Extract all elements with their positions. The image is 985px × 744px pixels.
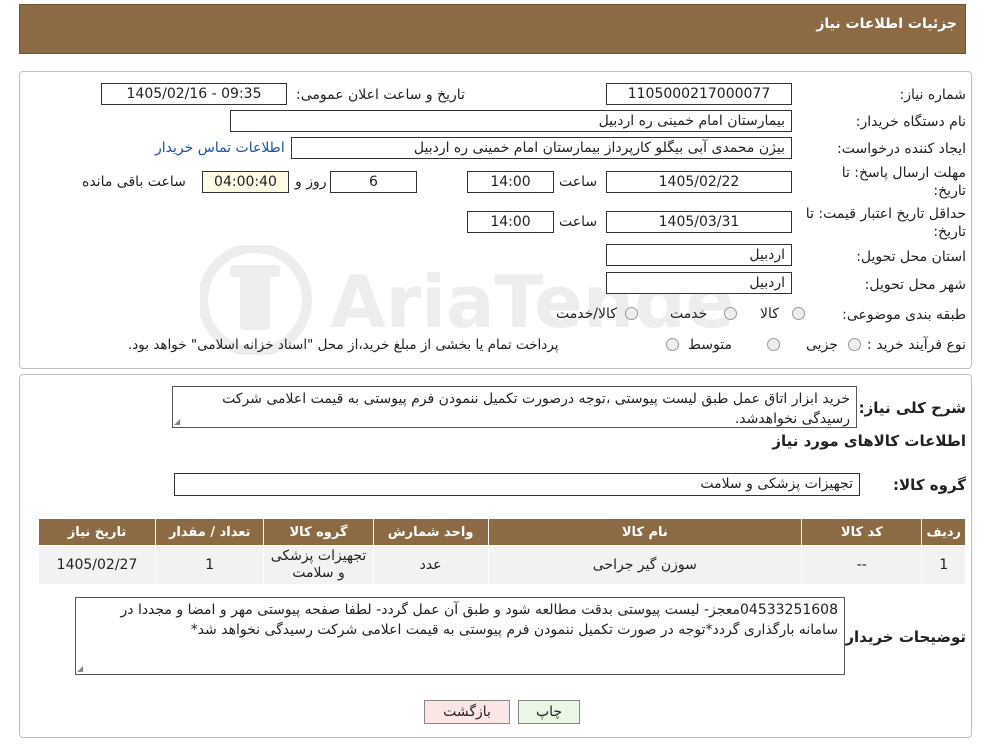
col-unit: واحد شمارش: [372, 518, 489, 546]
cell-row: 1: [921, 545, 966, 585]
page-title: جزئیات اطلاعات نیاز: [816, 16, 957, 32]
deadline-time-field: 14:00: [467, 171, 554, 193]
deadline-label-2: تاریخ:: [933, 183, 966, 199]
deadline-label: مهلت ارسال پاسخ: تا: [841, 165, 966, 181]
resize-handle-icon[interactable]: ◢: [174, 418, 182, 426]
category-radio-goods[interactable]: [792, 307, 805, 320]
process-treasury-note: پرداخت تمام یا بخشی از مبلغ خرید،از محل …: [128, 337, 559, 353]
days-field: 6: [330, 171, 417, 193]
col-date: تاریخ نیاز: [37, 518, 157, 546]
buyer-notes-textarea[interactable]: 04533251608معجز- لیست پیوستی بدقت مطالعه…: [75, 597, 845, 675]
category-radio-service[interactable]: [724, 307, 737, 320]
process-radio-treasury[interactable]: [666, 338, 679, 351]
cell-qty: 1: [155, 545, 265, 585]
province-field: اردبیل: [606, 244, 792, 266]
cell-code: --: [801, 545, 923, 585]
announce-label: تاریخ و ساعت اعلان عمومی:: [296, 87, 465, 103]
print-button[interactable]: چاپ: [518, 700, 580, 724]
validity-time-field: 14:00: [467, 211, 554, 233]
remaining-label: ساعت باقی مانده: [82, 174, 186, 190]
validity-label: حداقل تاریخ اعتبار قیمت: تا: [805, 206, 966, 222]
buyer-org-field: بیمارستان امام خمینی ره اردبیل: [230, 110, 792, 132]
days-label: روز و: [295, 174, 327, 190]
remaining-time-field: 04:00:40: [202, 171, 289, 193]
deadline-time-label: ساعت: [559, 174, 598, 190]
creator-label: ایجاد کننده درخواست:: [837, 141, 966, 157]
process-option-medium: متوسط: [688, 337, 732, 353]
need-number-label: شماره نیاز:: [899, 87, 967, 103]
validity-date-field: 1405/03/31: [606, 211, 792, 233]
cell-name: سوزن گیر جراحی: [487, 545, 803, 585]
col-qty: تعداد / مقدار: [155, 518, 265, 546]
process-label: نوع فرآیند خرید :: [867, 337, 966, 353]
process-option-minor: جزیی: [806, 337, 838, 353]
cell-date: 1405/02/27: [37, 545, 157, 585]
col-code: کد کالا: [801, 518, 923, 546]
announce-field: 1405/02/16 - 09:35: [101, 83, 287, 105]
category-option-goods-service: کالا/خدمت: [556, 306, 617, 322]
category-radio-goods-service[interactable]: [625, 307, 638, 320]
goods-table: ردیف کد کالا نام کالا واحد شمارش گروه کا…: [37, 518, 966, 585]
summary-label: شرح کلی نیاز:: [858, 399, 966, 417]
col-group: گروه کالا: [263, 518, 374, 546]
cell-unit: عدد: [372, 545, 489, 585]
validity-time-label: ساعت: [559, 214, 598, 230]
cell-group: تجهیزات پزشکی و سلامت: [263, 545, 374, 585]
buyer-org-label: نام دستگاه خریدار:: [855, 114, 966, 130]
goods-group-field: تجهیزات پزشکی و سلامت: [174, 473, 860, 496]
col-name: نام کالا: [487, 518, 803, 546]
col-row: ردیف: [921, 518, 966, 546]
city-label: شهر محل تحویل:: [864, 277, 966, 293]
back-button[interactable]: بازگشت: [424, 700, 510, 724]
category-label: طبقه بندی موضوعی:: [842, 307, 966, 323]
need-number-field: 1105000217000077: [606, 83, 792, 105]
process-radio-minor[interactable]: [848, 338, 861, 351]
goods-table-header: ردیف کد کالا نام کالا واحد شمارش گروه کا…: [37, 518, 966, 546]
province-label: استان محل تحویل:: [856, 249, 966, 265]
category-option-service: خدمت: [670, 306, 708, 322]
summary-textarea[interactable]: خرید ابزار اتاق عمل طبق لیست پیوستی ،توج…: [172, 386, 857, 428]
validity-label-2: تاریخ:: [933, 224, 966, 240]
deadline-date-field: 1405/02/22: [606, 171, 792, 193]
resize-handle-icon[interactable]: ◢: [77, 665, 85, 673]
table-row: 1 -- سوزن گیر جراحی عدد تجهیزات پزشکی و …: [37, 545, 966, 585]
goods-info-title: اطلاعات کالاهای مورد نیاز: [772, 432, 966, 450]
goods-group-label: گروه کالا:: [893, 476, 966, 494]
process-radio-medium[interactable]: [767, 338, 780, 351]
buyer-contact-link[interactable]: اطلاعات تماس خریدار: [155, 140, 285, 156]
creator-field: بیژن محمدی آبی بیگلو کارپرداز بیمارستان …: [291, 137, 792, 159]
category-option-goods: کالا: [760, 306, 779, 322]
buyer-notes-label: توضیحات خریدار:: [839, 628, 966, 646]
city-field: اردبیل: [606, 272, 792, 294]
